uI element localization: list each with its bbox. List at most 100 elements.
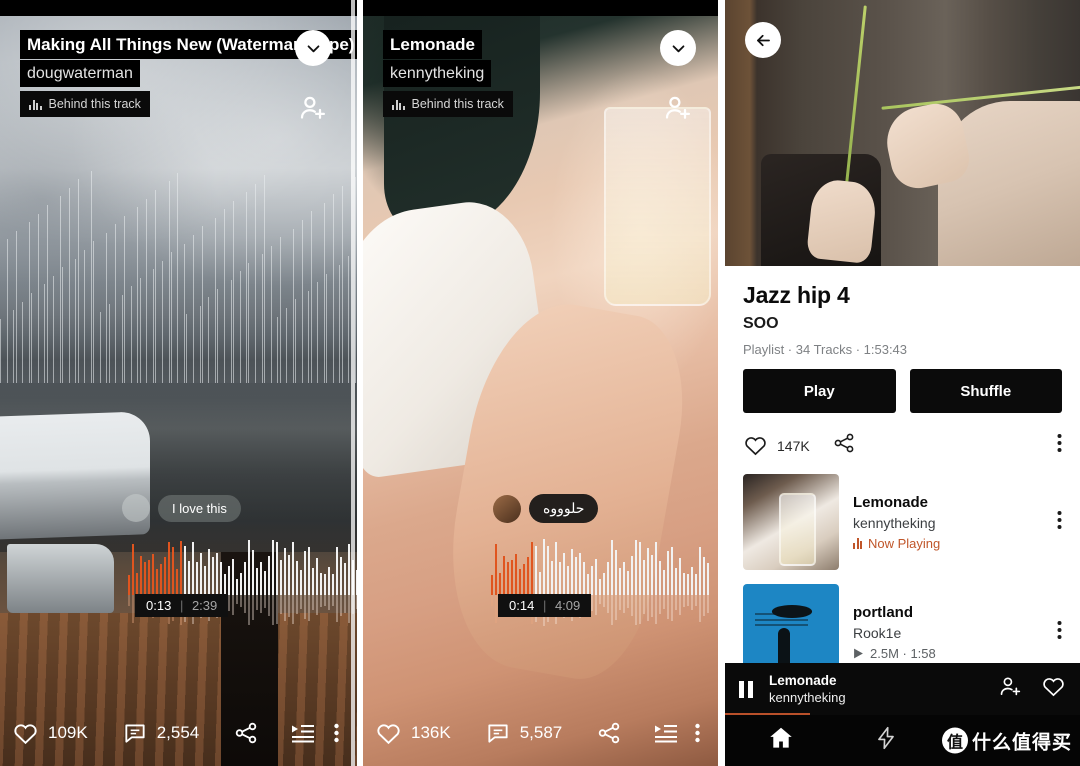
- add-user-icon: [300, 96, 325, 119]
- panel2-action-bar: 136K 5,587: [363, 700, 718, 766]
- comment-icon: [488, 724, 508, 743]
- panel1-queue-button[interactable]: [289, 720, 317, 746]
- playlist-like-button[interactable]: 147K: [743, 433, 810, 458]
- panel1-artist: dougwaterman: [20, 60, 140, 87]
- comment-icon: [125, 724, 145, 743]
- watermark: 值 什么值得买: [941, 727, 1072, 754]
- nav-home-button[interactable]: [767, 724, 795, 757]
- track-more-button[interactable]: [1057, 509, 1062, 536]
- panel2-like-button[interactable]: 136K: [375, 720, 451, 747]
- mini-player-actions: [998, 674, 1066, 704]
- heart-icon: [14, 723, 37, 744]
- play-button[interactable]: Play: [743, 369, 896, 413]
- panel1-share-button[interactable]: [233, 720, 259, 746]
- playlist-owner: SOO: [743, 315, 779, 332]
- panel2-comment[interactable]: حلوووه: [493, 494, 599, 523]
- drinking-glass: [604, 107, 711, 307]
- boat-small: [7, 543, 115, 613]
- mini-like-button[interactable]: [1041, 674, 1066, 704]
- track-more-button[interactable]: [1057, 619, 1062, 646]
- heart-icon: [1043, 678, 1064, 697]
- panel1-comment-button[interactable]: 2,554: [122, 720, 200, 746]
- mini-player-artist: kennytheking: [769, 690, 846, 705]
- more-icon: [1057, 434, 1062, 452]
- shuffle-button[interactable]: Shuffle: [909, 369, 1062, 413]
- panel1-more-button[interactable]: [334, 721, 339, 745]
- playlist-share-button[interactable]: [832, 431, 856, 460]
- panel1-comment[interactable]: I love this: [122, 494, 241, 522]
- playlist-meta: Playlist · 34 Tracks · 1:53:43: [743, 342, 908, 357]
- phone-panel-2: Lemonade kennytheking Behind this track …: [363, 0, 718, 766]
- track-artist: kennytheking: [853, 514, 936, 531]
- panel2-more-button[interactable]: [695, 721, 700, 745]
- watermark-badge: 值: [941, 727, 968, 754]
- time-current: 0:13: [146, 598, 172, 613]
- more-icon: [695, 723, 700, 743]
- panel2-share-button[interactable]: [596, 720, 622, 746]
- mini-player-meta: Lemonade kennytheking: [769, 672, 846, 706]
- comment-text: I love this: [158, 494, 241, 522]
- heart-icon: [745, 437, 766, 456]
- track-title: portland: [853, 603, 913, 621]
- playlist-title: Jazz hip 4: [743, 282, 850, 308]
- comment-count: 5,587: [519, 723, 563, 742]
- comment-text: حلوووه: [529, 494, 599, 523]
- comment-count: 2,554: [156, 723, 200, 742]
- panel2-timestamp: 0:14 | 4:09: [498, 594, 592, 617]
- panel1-behind-this-track[interactable]: Behind this track: [20, 91, 150, 117]
- queue-icon: [655, 725, 678, 743]
- waveform-icon: [29, 99, 42, 110]
- share-icon: [599, 722, 620, 744]
- panel2-comment-button[interactable]: 5,587: [485, 720, 563, 746]
- status-bar: [0, 0, 357, 16]
- phone-panel-1: Making All Things New (Waterman/Espe) - …: [0, 0, 357, 766]
- add-user-icon: [665, 96, 690, 119]
- chevron-down-icon: [307, 44, 319, 52]
- time-total: 4:09: [554, 598, 581, 613]
- playlist-more-button[interactable]: [1057, 432, 1062, 459]
- track-status-label: Now Playing: [868, 535, 941, 551]
- panel1-collapse-button[interactable]: [295, 30, 331, 66]
- time-total: 2:39: [191, 598, 218, 613]
- phone-panel-3: Jazz hip 4 SOO Playlist · 34 Tracks · 1:…: [725, 0, 1080, 766]
- harbour-masts: [0, 169, 357, 383]
- like-count: 136K: [411, 723, 451, 742]
- arrow-left-icon: [756, 34, 770, 46]
- track-meta: Lemonade kennytheking Now Playing: [853, 494, 940, 551]
- mini-add-user-button[interactable]: [998, 674, 1023, 704]
- share-icon: [834, 433, 854, 453]
- add-user-icon: [1000, 677, 1021, 696]
- panel2-add-user-button[interactable]: [663, 93, 693, 123]
- ufo-shape: [771, 605, 813, 618]
- panel2-collapse-button[interactable]: [660, 30, 696, 66]
- panel1-like-button[interactable]: 109K: [12, 720, 88, 747]
- back-button[interactable]: [745, 22, 781, 58]
- more-icon: [1057, 510, 1062, 529]
- heart-icon: [377, 723, 400, 744]
- playlist-social-row: 147K: [743, 431, 1062, 460]
- time-separator: |: [542, 598, 547, 613]
- table-row[interactable]: Lemonade kennytheking Now Playing: [743, 474, 1062, 570]
- panel1-scrollbar[interactable]: [351, 0, 355, 766]
- track-status-label: 2.5M · 1:58: [870, 645, 936, 661]
- nav-bolt-button[interactable]: [873, 725, 899, 756]
- panel2-track-info: Lemonade kennytheking Behind this track: [383, 30, 513, 117]
- track-meta: portland Rook1e 2.5M · 1:58: [853, 604, 936, 661]
- panel1-add-user-button[interactable]: [298, 93, 328, 123]
- panel2-behind-this-track[interactable]: Behind this track: [383, 91, 513, 117]
- track-status: Now Playing: [853, 536, 940, 551]
- behind-label: Behind this track: [48, 97, 141, 111]
- waveform-icon: [392, 99, 405, 110]
- track-status: 2.5M · 1:58: [853, 646, 936, 661]
- more-icon: [1057, 620, 1062, 639]
- playlist-like-count: 147K: [777, 437, 810, 454]
- status-bar: [363, 0, 718, 16]
- home-icon: [770, 727, 792, 748]
- bolt-icon: [878, 726, 894, 750]
- time-separator: |: [179, 598, 184, 613]
- mini-player[interactable]: Lemonade kennytheking: [725, 663, 1080, 715]
- playlist-actions: Play Shuffle: [743, 369, 1062, 413]
- pause-button[interactable]: [739, 680, 755, 698]
- panel2-queue-button[interactable]: [652, 720, 680, 746]
- equalizer-icon: [853, 537, 862, 549]
